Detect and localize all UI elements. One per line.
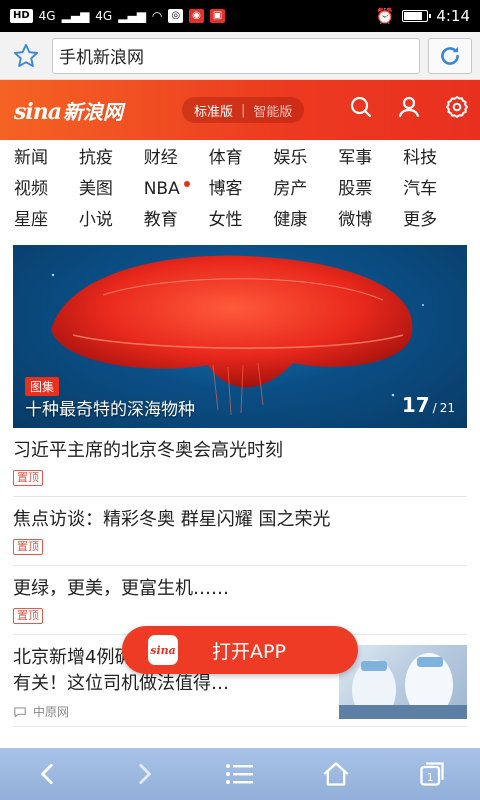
pinned-badge: 置顶 — [13, 608, 43, 624]
gear-icon — [446, 96, 468, 118]
forward-button[interactable] — [114, 752, 174, 796]
search-icon — [350, 96, 372, 118]
hero-current: 17 — [401, 393, 430, 417]
channel-link[interactable]: 女性 — [209, 208, 274, 233]
news-item[interactable]: 习近平主席的北京冬奥会高光时刻 置顶 — [13, 428, 467, 497]
channel-link[interactable]: 汽车 — [403, 177, 468, 202]
channel-link[interactable]: 新闻 — [14, 146, 79, 171]
channel-link[interactable]: 小说 — [79, 208, 144, 233]
site-header: sina 新浪网 标准版 | 智能版 — [0, 80, 480, 140]
user-icon — [398, 96, 420, 118]
new-indicator-dot — [183, 181, 190, 187]
svg-text:1: 1 — [427, 772, 434, 784]
home-icon — [323, 762, 349, 786]
menu-icon — [226, 764, 253, 784]
refresh-icon — [441, 46, 459, 65]
channel-grid: 新闻 抗疫 财经 体育 娱乐 军事 科技视频 美图 NBA 博客 房产 股票 汽车星座 小说 教育 女性 健康微… — [0, 140, 480, 233]
user-button[interactable] — [396, 94, 422, 120]
url-field[interactable]: 手机新浪网 — [52, 37, 420, 74]
settings-button[interactable] — [444, 94, 470, 120]
channel-link[interactable]: 房产 — [273, 177, 338, 202]
channel-link[interactable]: 股票 — [338, 177, 403, 202]
comment-icon — [14, 706, 26, 717]
channel-link[interactable]: 体育 — [209, 146, 274, 171]
pinned-badge: 置顶 — [13, 470, 43, 486]
news-title: 习近平主席的北京冬奥会高光时刻 — [13, 440, 283, 461]
signal-icon-2: ▂▄▆ — [118, 9, 146, 23]
channel-link[interactable]: 财经 — [144, 146, 209, 171]
chevron-left-icon — [41, 763, 53, 785]
channel-link[interactable]: NBA — [144, 177, 209, 202]
chevron-right-icon — [139, 763, 151, 785]
battery-icon — [402, 10, 432, 22]
news-title: 焦点访谈：精彩冬奥 群星闪耀 国之荣光 — [13, 509, 331, 530]
clock: 4:14 — [436, 7, 470, 25]
hero-separator: / — [432, 401, 437, 415]
version-standard-option[interactable]: 标准版 — [194, 101, 233, 120]
signal-icon: ▂▄▆ — [61, 9, 90, 23]
sina-logo[interactable]: sina 新浪网 — [14, 96, 123, 125]
status-bar: HD 4G ▂▄▆ 4G ▂▄▆ ◠ ◎ ◉ ▣ ⏰ 4:14 — [0, 0, 480, 32]
channel-link[interactable]: 健康 — [273, 208, 338, 233]
tabs-button[interactable]: 1 — [402, 752, 462, 796]
version-separator: | — [241, 102, 246, 118]
hero-counter: 17 / 21 — [402, 393, 455, 417]
channel-link[interactable]: 军事 — [338, 146, 403, 171]
star-icon — [13, 43, 39, 67]
version-smart-option[interactable]: 智能版 — [253, 101, 292, 120]
pinned-badge: 置顶 — [13, 539, 43, 555]
hero-gallery[interactable]: 图集 十种最奇特的深海物种 17 / 21 — [13, 245, 467, 428]
signal-4g-1: 4G — [38, 9, 56, 23]
logo-text-en: sina — [14, 98, 62, 125]
alarm-icon: ⏰ — [375, 7, 395, 25]
wifi-icon: ◠ — [151, 9, 163, 23]
tabs-icon: 1 — [420, 762, 444, 786]
hd-indicator: HD — [10, 9, 33, 23]
medical-workers-image — [339, 653, 467, 719]
channel-link[interactable]: 星座 — [14, 208, 79, 233]
browser-address-bar: 手机新浪网 — [0, 32, 480, 80]
browser-toolbar: 1 — [0, 748, 480, 800]
refresh-button[interactable] — [428, 37, 472, 74]
news-title: 更绿，更美，更富生机…… — [13, 578, 229, 599]
channel-link[interactable]: 微博 — [338, 208, 403, 233]
open-app-button[interactable]: sina 打开APP — [122, 626, 358, 674]
menu-button[interactable] — [210, 752, 270, 796]
hero-tag: 图集 — [25, 377, 60, 396]
mail-notification-icon: ▣ — [209, 9, 226, 23]
battery-level — [404, 12, 423, 20]
channel-link[interactable]: 教育 — [144, 208, 209, 233]
news-source-name: 中原网 — [33, 705, 70, 719]
news-source: 中原网 — [13, 703, 331, 720]
logo-text-cn: 新浪网 — [63, 99, 123, 124]
channel-link[interactable]: 视频 — [14, 177, 79, 202]
open-app-label: 打开APP — [212, 640, 286, 663]
channel-link[interactable]: 更多 — [403, 208, 468, 233]
news-notification-icon: ◉ — [189, 9, 204, 23]
channel-link[interactable]: 娱乐 — [273, 146, 338, 171]
news-item[interactable]: 焦点访谈：精彩冬奥 群星闪耀 国之荣光 置顶 — [13, 497, 467, 566]
bookmark-button[interactable] — [8, 38, 44, 74]
hero-total: 21 — [439, 401, 455, 415]
signal-4g-2: 4G — [95, 9, 113, 23]
sina-app-icon: sina — [148, 635, 178, 665]
news-item[interactable]: 更绿，更美，更富生机…… 置顶 — [13, 566, 467, 635]
version-toggle: 标准版 | 智能版 — [182, 97, 305, 123]
channel-link[interactable]: 科技 — [403, 146, 468, 171]
app-notification-icon: ◎ — [168, 9, 184, 23]
news-thumbnail — [339, 645, 467, 719]
home-button[interactable] — [306, 752, 366, 796]
search-button[interactable] — [348, 94, 374, 120]
hero-title: 十种最奇特的深海物种 — [25, 400, 195, 420]
back-button[interactable] — [18, 752, 78, 796]
channel-link[interactable]: 抗疫 — [79, 146, 144, 171]
channel-link[interactable]: 博客 — [209, 177, 274, 202]
channel-link[interactable]: 美图 — [79, 177, 144, 202]
